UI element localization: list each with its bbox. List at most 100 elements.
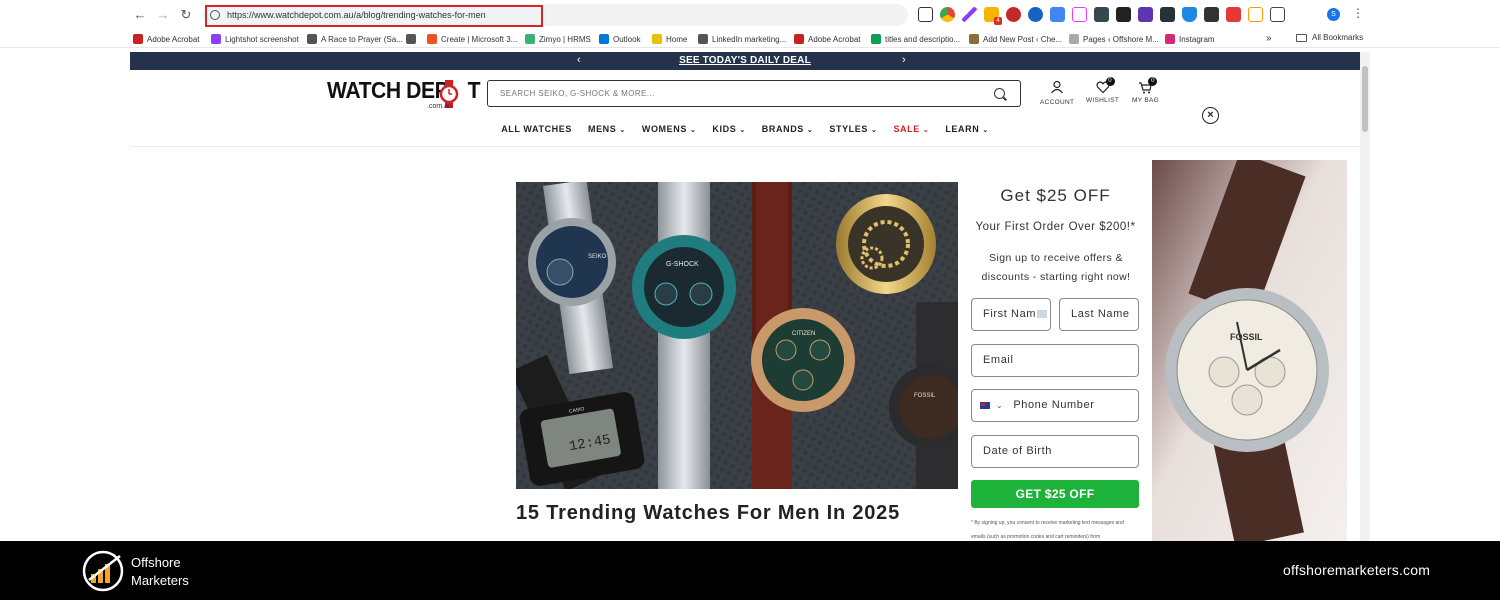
extension-red-icon[interactable] <box>1006 7 1021 22</box>
profile-avatar[interactable]: S <box>1327 8 1340 21</box>
menu-item-mens[interactable]: MENS ⌄ <box>588 124 626 140</box>
bookmark-label: LinkedIn marketing... <box>712 34 787 44</box>
bookmark-label: Zimyo | HRMS <box>539 34 591 44</box>
offshore-logo-icon <box>82 550 124 592</box>
bookmark-label: Home <box>666 34 688 44</box>
fossil-label-hero: FOSSIL <box>914 393 936 399</box>
bookmark-label: Instagram <box>1179 34 1215 44</box>
extension-flipboard-icon[interactable] <box>1226 7 1241 22</box>
chevron-down-icon: ⌄ <box>619 127 626 134</box>
get-discount-button[interactable]: GET $25 OFF <box>971 480 1139 508</box>
lightshot-icon[interactable] <box>962 7 977 22</box>
extension-arrow-icon[interactable] <box>1072 7 1087 22</box>
search-box[interactable] <box>487 80 1021 107</box>
bookmark-item[interactable]: Outlook <box>599 33 641 45</box>
first-name-field[interactable]: First Nam <box>971 298 1051 331</box>
bookmark-item[interactable]: Zimyo | HRMS <box>525 33 591 45</box>
bookmark-item[interactable]: Adobe Acrobat <box>794 33 860 45</box>
footer-url[interactable]: offshoremarketers.com <box>1283 562 1430 578</box>
bookmark-label: Adobe Acrobat <box>147 34 200 44</box>
menu-item-sale[interactable]: SALE ⌄ <box>893 124 929 140</box>
forward-icon[interactable]: → <box>155 7 171 23</box>
amazon-icon[interactable] <box>1248 7 1263 22</box>
bag-link[interactable]: 0 MY BAG <box>1132 77 1159 104</box>
search-icon[interactable] <box>994 88 1005 99</box>
bookmark-label: Create | Microsoft 3... <box>441 34 518 44</box>
bookmarks-overflow-button[interactable]: » <box>1266 33 1272 44</box>
url-highlight-annotation <box>205 5 543 27</box>
bookmark-item[interactable]: Instagram <box>1165 33 1215 45</box>
popup-subtitle: Your First Order Over $200!* <box>975 221 1136 233</box>
menu-item-all-watches[interactable]: ALL WATCHES <box>501 124 572 140</box>
extension-purple-icon[interactable] <box>1138 7 1153 22</box>
email-field[interactable]: Email <box>971 344 1139 377</box>
extension-m-icon[interactable] <box>918 7 933 22</box>
extension-badge-icon[interactable]: 4 <box>984 7 1002 25</box>
announcement-next-icon[interactable]: › <box>902 54 906 66</box>
bookmark-item[interactable]: Home <box>652 33 687 45</box>
citizen-label: CITIZEN <box>792 331 815 337</box>
back-icon[interactable]: ← <box>132 7 148 23</box>
bookmark-icon <box>1165 34 1175 44</box>
bookmark-icon <box>211 34 221 44</box>
extension-slash-icon[interactable] <box>1204 7 1219 22</box>
extension-square-icon[interactable] <box>1160 7 1175 22</box>
puzzle-icon[interactable] <box>1270 7 1285 22</box>
account-label: ACCOUNT <box>1040 99 1075 106</box>
extensions-bar: 4 <box>918 7 1285 25</box>
bookmark-item[interactable] <box>406 33 416 45</box>
page-scrollbar[interactable] <box>1360 52 1370 541</box>
web-page: ‹ SEE TODAY'S DAILY DEAL › WATCH DEP T .c… <box>130 52 1360 541</box>
phone-field[interactable]: ⌄ Phone Number <box>971 389 1139 422</box>
gshock-label: G-SHOCK <box>666 261 699 268</box>
header-divider <box>130 146 1360 147</box>
bookmark-item[interactable]: Pages ‹ Offshore M... <box>1069 33 1159 45</box>
wishlist-link[interactable]: 0 WISHLIST <box>1086 77 1119 104</box>
bookmark-item[interactable]: titles and descriptio... <box>871 33 960 45</box>
bookmark-item[interactable]: A Race to Prayer (Sa... <box>307 33 403 45</box>
bookmark-icon <box>794 34 804 44</box>
site-logo[interactable]: WATCH DEP T .com.au <box>327 77 480 113</box>
bookmark-icon <box>698 34 708 44</box>
daily-deal-link[interactable]: SEE TODAY'S DAILY DEAL <box>130 55 1360 66</box>
search-input[interactable] <box>500 89 970 98</box>
main-menu: ALL WATCHES MENS ⌄ WOMENS ⌄ KIDS ⌄ BRANDS ⌄ STYLE… <box>130 124 1360 140</box>
last-name-field[interactable]: Last Name <box>1059 298 1139 331</box>
seiko-label: SEIKO <box>588 254 607 260</box>
all-bookmarks-button[interactable]: All Bookmarks <box>1296 33 1363 42</box>
bookmark-item[interactable]: Add New Post ‹ Che... <box>969 33 1062 45</box>
bookmark-icon <box>871 34 881 44</box>
dob-field[interactable]: Date of Birth <box>971 435 1139 468</box>
footer-banner: Offshore Marketers offshoremarketers.com <box>0 541 1500 600</box>
account-link[interactable]: ACCOUNT <box>1040 80 1074 106</box>
bookmark-item[interactable]: Adobe Acrobat <box>133 33 199 45</box>
bookmark-item[interactable]: Create | Microsoft 3... <box>427 33 517 45</box>
bookmark-icon <box>969 34 979 44</box>
extension-blue-icon[interactable] <box>1028 7 1043 22</box>
reload-icon[interactable]: ↻ <box>178 7 194 23</box>
au-flag-icon[interactable] <box>980 401 990 409</box>
chrome-icon[interactable] <box>940 7 955 22</box>
bookmark-icon <box>525 34 535 44</box>
extension-docs-icon[interactable] <box>1050 7 1065 22</box>
menu-item-learn[interactable]: LEARN ⌄ <box>945 124 988 140</box>
folder-icon <box>1296 33 1307 42</box>
chevron-down-icon[interactable]: ⌄ <box>996 401 1003 410</box>
bookmark-item[interactable]: LinkedIn marketing... <box>698 33 786 45</box>
shield-icon[interactable] <box>1182 7 1197 22</box>
bookmark-item[interactable]: Lightshot screenshot <box>211 33 299 45</box>
extension-dark-icon[interactable] <box>1094 7 1109 22</box>
menu-item-womens[interactable]: WOMENS ⌄ <box>642 124 697 140</box>
popup-close-button[interactable]: × <box>1202 107 1219 124</box>
scroll-thumb[interactable] <box>1362 66 1368 132</box>
bookmark-label: A Race to Prayer (Sa... <box>321 34 403 44</box>
bookmark-label: Add New Post ‹ Che... <box>983 34 1063 44</box>
menu-item-kids[interactable]: KIDS ⌄ <box>712 124 745 140</box>
announcement-bar: ‹ SEE TODAY'S DAILY DEAL › <box>130 52 1360 70</box>
extension-cat-icon[interactable] <box>1116 7 1131 22</box>
all-bookmarks-label: All Bookmarks <box>1312 33 1364 42</box>
menu-item-styles[interactable]: STYLES ⌄ <box>829 124 877 140</box>
watches-collage: SEIKO G-SHOCK CITIZEN FOSSIL 12:45 CASIO <box>516 182 958 489</box>
menu-kebab-icon[interactable]: ⋮ <box>1352 6 1364 20</box>
menu-item-brands[interactable]: BRANDS ⌄ <box>762 124 814 140</box>
